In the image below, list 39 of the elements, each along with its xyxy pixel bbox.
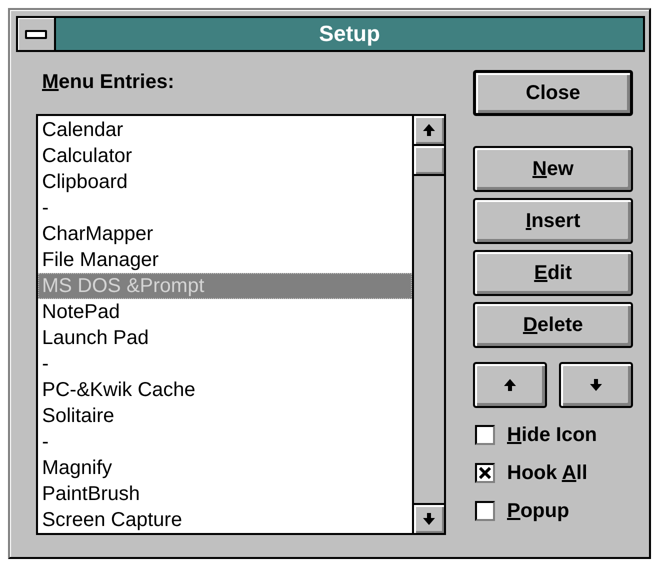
list-item[interactable]: - <box>38 429 412 455</box>
list-item[interactable]: Screen Capture <box>38 507 412 533</box>
system-menu-button[interactable] <box>18 18 56 50</box>
list-item[interactable]: Clipboard <box>38 169 412 195</box>
dialog-button[interactable]: New <box>473 146 633 192</box>
list-item[interactable]: PC-&Kwik Cache <box>38 377 412 403</box>
window-title: Setup <box>318 21 380 47</box>
checkbox[interactable] <box>475 425 495 445</box>
list-item[interactable]: NotePad <box>38 299 412 325</box>
list-item[interactable]: PaintBrush <box>38 481 412 507</box>
list-item[interactable]: Magnify <box>38 455 412 481</box>
checkbox[interactable] <box>475 501 495 521</box>
dialog-button[interactable]: Insert <box>473 198 633 244</box>
checkbox-label[interactable]: Hide Icon <box>507 424 598 446</box>
scroll-down-button[interactable] <box>414 503 444 533</box>
up-arrow-icon <box>421 122 437 138</box>
up-arrow-icon <box>502 377 518 393</box>
close-button[interactable]: Close <box>473 70 633 116</box>
list-item[interactable]: Solitaire <box>38 403 412 429</box>
dialog-button[interactable]: Delete <box>473 302 633 348</box>
list-item[interactable]: Calculator <box>38 143 412 169</box>
list-label: Menu Entries: <box>42 70 176 95</box>
down-arrow-icon <box>588 377 604 393</box>
checkbox-label[interactable]: Popup <box>507 500 570 522</box>
list-item[interactable]: Calendar <box>38 117 412 143</box>
down-arrow-icon <box>421 511 437 527</box>
scrollbar[interactable] <box>412 116 444 533</box>
dialog-button[interactable]: Edit <box>473 250 633 296</box>
move-down-button[interactable] <box>559 362 633 408</box>
checkbox-label[interactable]: Hook All <box>507 462 588 484</box>
list-item[interactable]: Launch Pad <box>38 325 412 351</box>
move-up-button[interactable] <box>473 362 547 408</box>
list-item[interactable]: - <box>38 351 412 377</box>
list-item[interactable]: CharMapper <box>38 221 412 247</box>
scroll-up-button[interactable] <box>414 116 444 146</box>
checkbox[interactable] <box>475 463 495 483</box>
list-item[interactable]: File Manager <box>38 247 412 273</box>
scroll-thumb[interactable] <box>414 146 444 176</box>
list-item[interactable]: - <box>38 195 412 221</box>
